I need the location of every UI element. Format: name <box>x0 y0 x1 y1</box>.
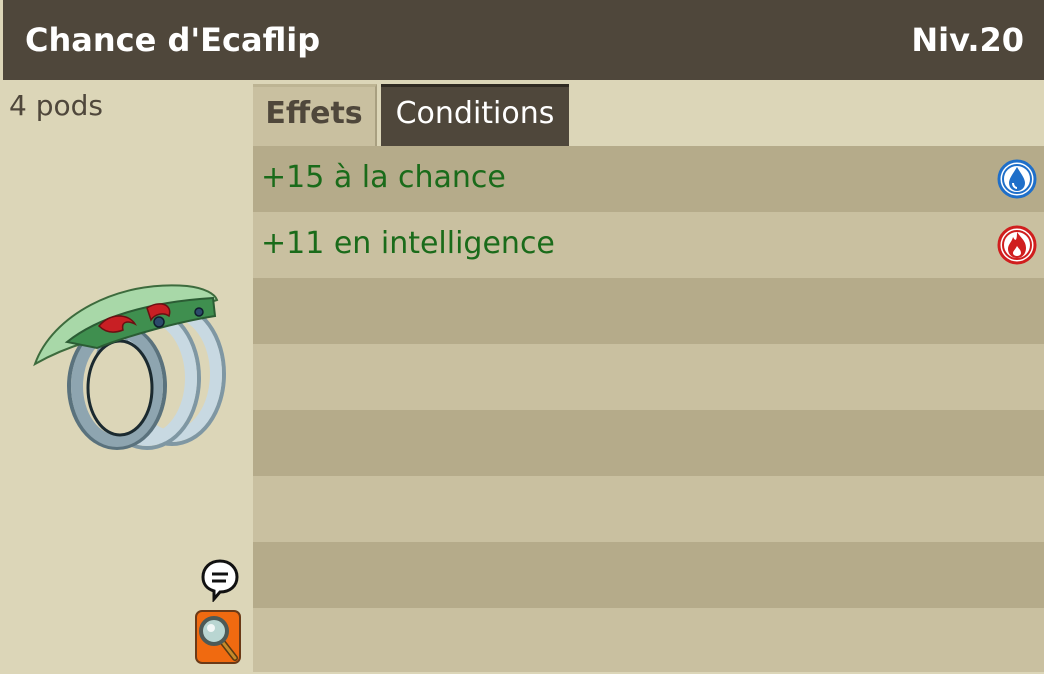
effects-list: +15 à la chance +11 en intelligence <box>253 146 1044 672</box>
search-button[interactable] <box>195 610 241 664</box>
chat-bubble-icon[interactable] <box>200 558 240 606</box>
effect-row-empty <box>253 344 1044 410</box>
effect-text: +15 à la chance <box>261 160 506 195</box>
ring-item-icon <box>27 276 237 460</box>
effect-row-empty <box>253 410 1044 476</box>
water-drop-icon <box>996 158 1038 204</box>
effect-row: +15 à la chance <box>253 146 1044 212</box>
item-level: Niv.20 <box>911 21 1024 59</box>
item-details-panel: Effets Conditions +15 à la chance +11 en… <box>253 80 1044 674</box>
effect-row-empty <box>253 278 1044 344</box>
item-left-panel: 4 pods <box>3 80 253 674</box>
item-name: Chance d'Ecaflip <box>25 21 321 59</box>
effect-text: +11 en intelligence <box>261 226 555 261</box>
magnifier-icon <box>199 616 238 661</box>
effect-row-empty <box>253 542 1044 608</box>
tab-conditions[interactable]: Conditions <box>381 84 569 146</box>
effect-row-empty <box>253 476 1044 542</box>
effect-row: +11 en intelligence <box>253 212 1044 278</box>
tab-effets[interactable]: Effets <box>253 84 377 146</box>
item-header: Chance d'Ecaflip Niv.20 <box>3 0 1044 80</box>
item-tooltip-window: Chance d'Ecaflip Niv.20 4 pods Effets Co… <box>3 0 1044 674</box>
effect-row-empty <box>253 608 1044 672</box>
item-weight: 4 pods <box>9 89 103 122</box>
fire-icon <box>996 224 1038 270</box>
